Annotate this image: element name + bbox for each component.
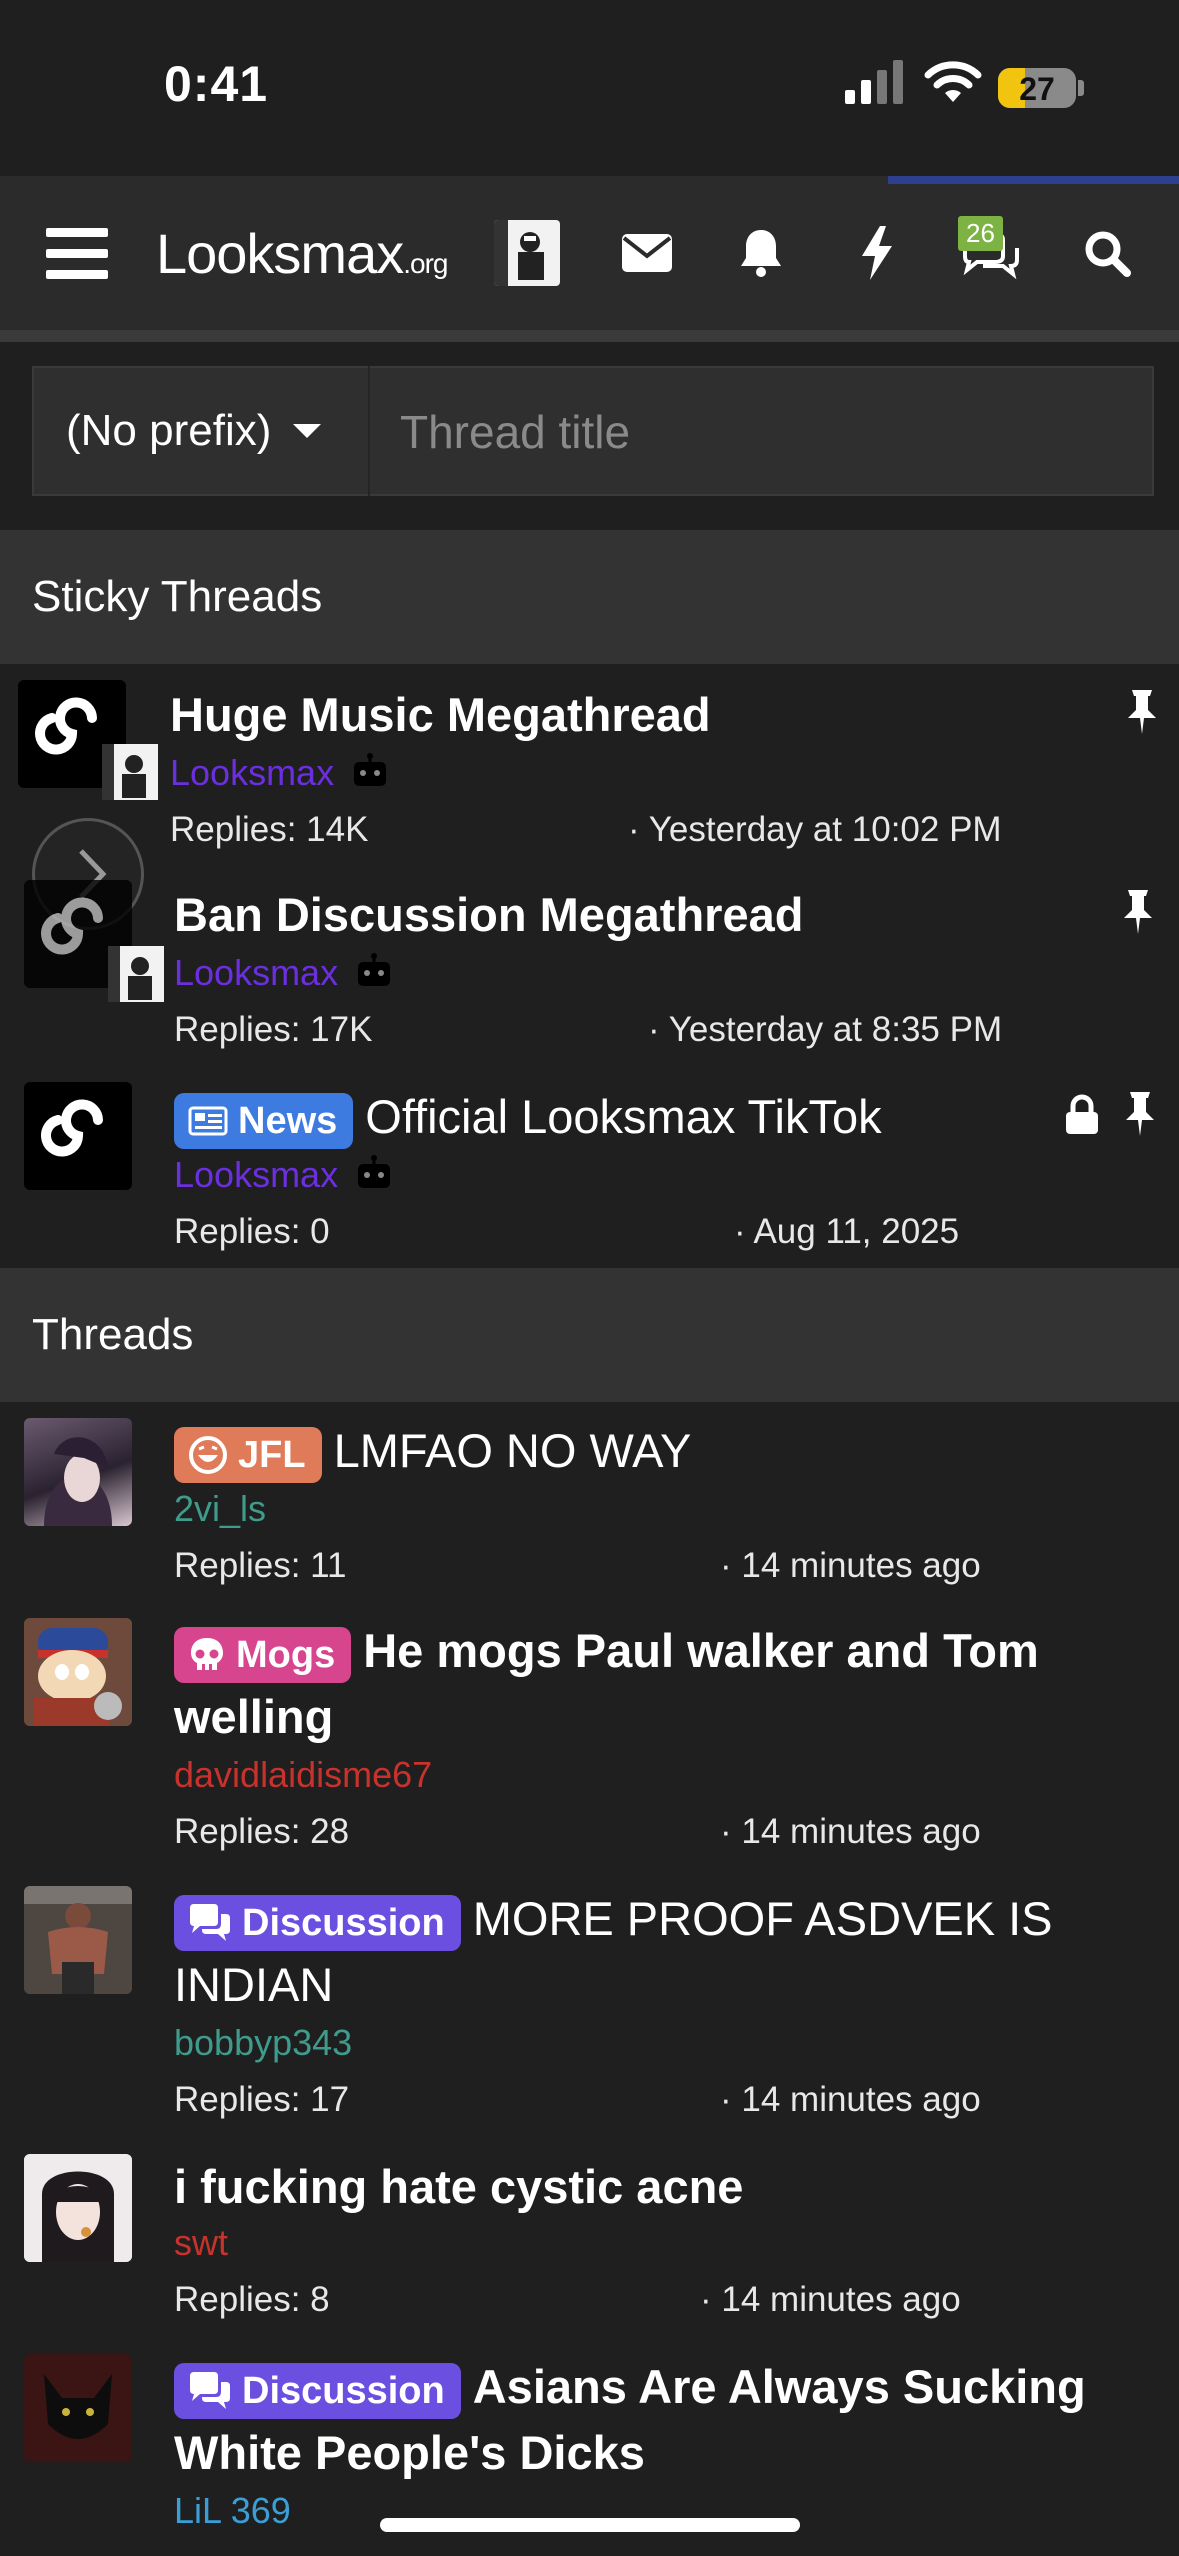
sticky-threads-header: Sticky Threads xyxy=(0,530,1179,664)
logo-text: Looksmax xyxy=(156,222,404,285)
thread-author[interactable]: swt xyxy=(174,2222,228,2264)
bell-icon[interactable] xyxy=(726,218,796,288)
pin-icon xyxy=(1128,690,1156,734)
last-post-date[interactable]: · 14 minutes ago xyxy=(720,1812,981,1852)
reply-count: Replies: 14K xyxy=(170,810,369,849)
thread-title-link[interactable]: Huge Music Megathread xyxy=(170,682,1070,748)
last-post-date[interactable]: · 14 minutes ago xyxy=(700,2280,961,2320)
pin-icon xyxy=(1126,1092,1154,1136)
thread-title-link[interactable]: Ban Discussion Megathread xyxy=(174,882,1074,948)
last-poster-avatar[interactable] xyxy=(108,946,164,1002)
site-logo[interactable]: Looksmax.org xyxy=(156,221,448,286)
thread-title-link[interactable]: JFL LMFAO NO WAY xyxy=(174,1418,1134,1484)
menu-icon[interactable] xyxy=(42,218,112,288)
page-load-progress xyxy=(888,176,1179,184)
last-post-date[interactable]: · Yesterday at 8:35 PM xyxy=(648,1010,1002,1050)
prefix-badge-news[interactable]: News xyxy=(174,1092,354,1149)
thread-avatar[interactable] xyxy=(24,1618,132,1726)
prefix-badge-mogs[interactable]: Mogs xyxy=(174,1626,352,1683)
thread-author[interactable]: Looksmax xyxy=(174,952,338,994)
battery-tip xyxy=(1078,80,1084,96)
prefix-badge-jfl[interactable]: JFL xyxy=(174,1426,322,1483)
prefix-badge-discussion[interactable]: Discussion xyxy=(174,1894,461,1951)
pin-icon xyxy=(1124,890,1152,934)
prefix-dropdown[interactable]: (No prefix) xyxy=(32,366,370,496)
thread-avatar[interactable] xyxy=(24,2154,132,2262)
thread-author[interactable]: bobbyp343 xyxy=(174,2022,352,2064)
thread-title-link[interactable]: Mogs He mogs Paul walker and Tom welling xyxy=(174,1618,1134,1750)
whats-new-lightning-icon[interactable] xyxy=(842,218,912,288)
lock-icon xyxy=(1066,1094,1098,1134)
battery-indicator: 27 xyxy=(998,68,1076,108)
last-poster-avatar[interactable] xyxy=(102,744,158,800)
chevron-down-icon xyxy=(293,424,322,438)
thread-author[interactable]: LiL 369 xyxy=(174,2490,291,2532)
reply-count: Replies: 17K xyxy=(174,1010,373,1049)
prefix-dropdown-label: (No prefix) xyxy=(66,406,272,455)
bot-icon xyxy=(358,953,390,986)
thread-title-link[interactable]: Discussion Asians Are Always Sucking Whi… xyxy=(174,2354,1134,2486)
bot-icon xyxy=(358,1155,390,1188)
reply-count: Replies: 11 xyxy=(174,1546,347,1585)
thread-author[interactable]: Looksmax xyxy=(174,1154,338,1196)
conversations-badge: 26 xyxy=(958,216,1003,251)
search-icon[interactable] xyxy=(1072,218,1142,288)
navbar-divider xyxy=(0,330,1179,342)
thread-author[interactable]: 2vi_ls xyxy=(174,1488,266,1530)
prefix-badge-discussion[interactable]: Discussion xyxy=(174,2362,461,2419)
last-post-date[interactable]: · Yesterday at 10:02 PM xyxy=(628,810,1002,850)
thread-avatar[interactable] xyxy=(24,1082,132,1190)
thread-title-link[interactable]: News Official Looksmax TikTok xyxy=(174,1084,1074,1150)
threads-header: Threads xyxy=(0,1268,1179,1402)
comments-icon xyxy=(190,1903,230,1941)
last-post-date[interactable]: · 14 minutes ago xyxy=(720,1546,981,1586)
reply-count: Replies: 28 xyxy=(174,1812,350,1851)
logo-suffix: .org xyxy=(403,248,448,279)
reply-count: Replies: 17 xyxy=(174,2080,350,2119)
reply-count: Replies: 0 xyxy=(174,1212,330,1251)
user-avatar[interactable] xyxy=(494,220,560,286)
thread-avatar[interactable] xyxy=(24,2354,132,2462)
thread-author[interactable]: davidlaidisme67 xyxy=(174,1754,432,1796)
thread-avatar[interactable] xyxy=(24,1418,132,1526)
last-post-date[interactable]: · Aug 11, 2025 xyxy=(734,1212,959,1252)
reply-count: Replies: 8 xyxy=(174,2280,330,2319)
comments-icon xyxy=(190,2371,230,2409)
thread-avatar[interactable] xyxy=(24,1886,132,1994)
inbox-icon[interactable] xyxy=(612,218,682,288)
last-post-date[interactable]: · 14 minutes ago xyxy=(720,2080,981,2120)
thread-title-input[interactable] xyxy=(372,368,1179,496)
status-time: 0:41 xyxy=(164,56,269,112)
thread-title-link[interactable]: i fucking hate cystic acne xyxy=(174,2154,1134,2220)
bot-icon xyxy=(354,753,386,786)
newspaper-icon xyxy=(188,1106,228,1136)
skull-icon xyxy=(191,1637,223,1670)
home-indicator[interactable] xyxy=(380,2518,800,2532)
cellular-signal-icon xyxy=(845,60,903,104)
thread-title-link[interactable]: Discussion MORE PROOF ASDVEK IS INDIAN xyxy=(174,1886,1134,2018)
wifi-icon xyxy=(924,61,982,102)
battery-level: 27 xyxy=(1019,71,1055,107)
laugh-emoji-icon xyxy=(189,1435,227,1474)
thread-author[interactable]: Looksmax xyxy=(170,752,334,794)
